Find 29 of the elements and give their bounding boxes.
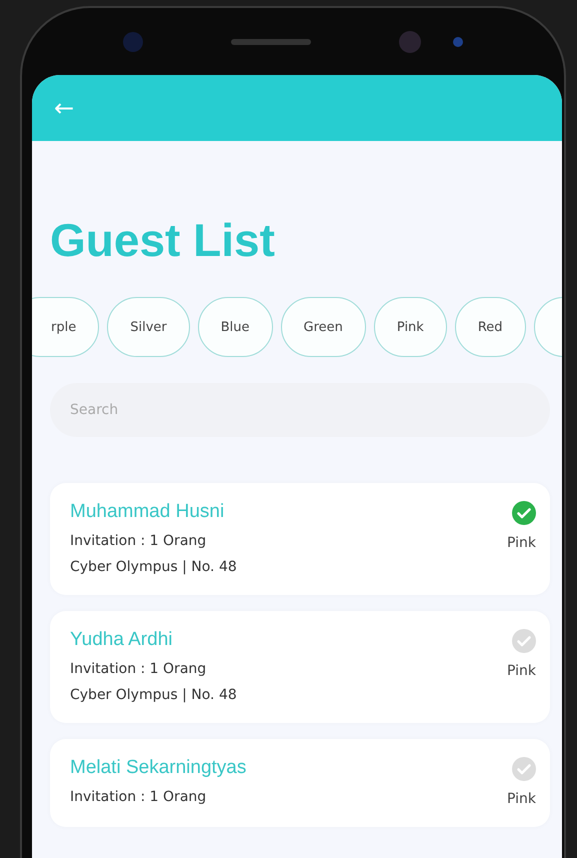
guest-card[interactable]: Melati Sekarningtyas Invitation : 1 Orang Pink: [50, 739, 550, 827]
speaker-icon: [231, 38, 311, 44]
guest-name: Melati Sekarningtyas: [70, 757, 246, 779]
filter-chip[interactable]: Silver: [107, 297, 190, 357]
check-icon[interactable]: [512, 757, 536, 781]
guest-location: Cyber Olympus | No. 48: [70, 687, 237, 703]
guest-card[interactable]: Yudha Ardhi Invitation : 1 Orang Cyber Olympus | No. 48 Pink: [50, 611, 550, 723]
guest-name: Yudha Ardhi: [70, 629, 174, 651]
guest-category: Pink: [506, 535, 536, 551]
invitation-count: Invitation : 1 Orang: [70, 789, 208, 805]
invitation-count: Invitation : 1 Orang: [70, 661, 208, 677]
sensor-icon: [398, 30, 422, 54]
filter-chip[interactable]: Green: [280, 297, 366, 357]
light-icon: [452, 36, 464, 48]
check-icon[interactable]: [512, 501, 536, 525]
guest-category: Pink: [506, 791, 536, 807]
filter-chip[interactable]: Red: [454, 297, 526, 357]
filter-chip[interactable]: Blue: [198, 297, 273, 357]
guest-category: Pink: [506, 663, 536, 679]
invitation-count: Invitation : 1 Orang: [70, 533, 208, 549]
filter-chip[interactable]: rple: [32, 297, 100, 357]
guest-name: Muhammad Husni: [70, 501, 226, 523]
camera-icon: [122, 30, 144, 52]
page-title: Guest List: [50, 217, 276, 263]
search-field[interactable]: Search: [50, 383, 550, 437]
check-icon[interactable]: [512, 629, 536, 653]
guest-location: Cyber Olympus | No. 48: [70, 559, 237, 575]
guest-card[interactable]: Muhammad Husni Invitation : 1 Orang Cyber Olympus | No. 48 Pink: [50, 483, 550, 595]
filter-chip[interactable]: Pink: [374, 297, 447, 357]
